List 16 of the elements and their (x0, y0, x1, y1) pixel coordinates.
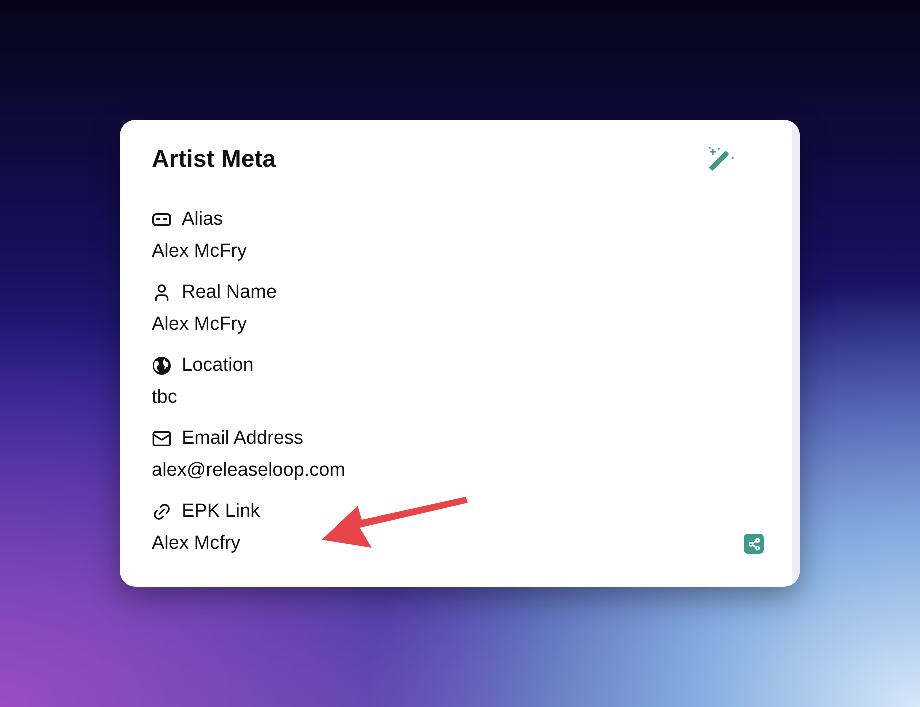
globe-icon (152, 356, 172, 376)
share-button[interactable] (744, 534, 764, 554)
field-label: Location (182, 354, 254, 378)
card-title: Artist Meta (152, 145, 276, 175)
field-value: alex@releaseloop.com (152, 458, 346, 483)
mail-icon (152, 429, 172, 449)
field-value: tbc (152, 386, 178, 410)
field-value: Alex McFry (152, 240, 247, 264)
field-label: Email Address (182, 426, 304, 451)
field-label: Alias (182, 208, 224, 232)
share-icon (748, 538, 760, 550)
field-value: Alex Mcfry (152, 532, 241, 556)
field-value: Alex McFry (152, 312, 247, 337)
mask-icon (152, 213, 172, 227)
field-label: Real Name (182, 280, 278, 305)
field-label: EPK Link (182, 500, 260, 524)
